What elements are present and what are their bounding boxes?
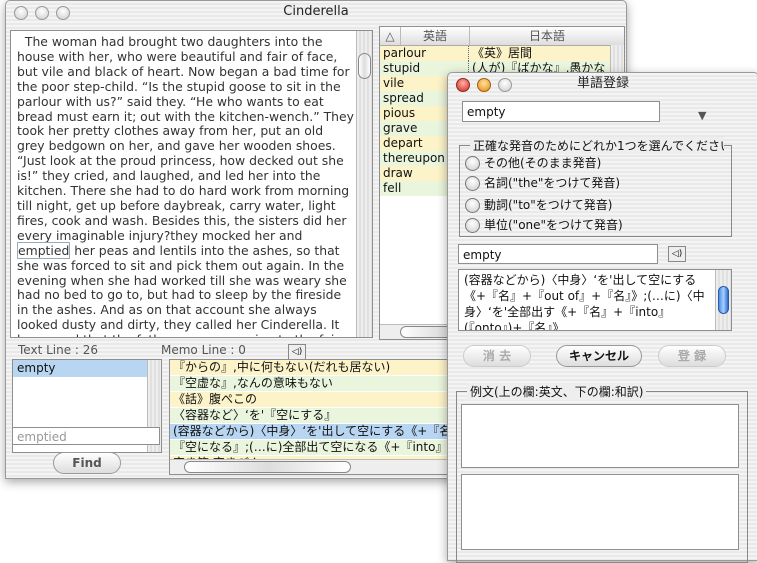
pronunciation-radio[interactable]: 名詞("the"をつけて発音) (460, 173, 731, 193)
scroll-thumb[interactable] (718, 286, 729, 314)
column-header-japanese[interactable]: 日本語 (470, 27, 624, 45)
cancel-button[interactable]: キャンセル (556, 345, 642, 367)
table-row[interactable]: parlour 《英》居間 (380, 46, 610, 61)
story-text: The woman had brought two daughters into… (17, 34, 354, 243)
list-item[interactable]: empty (13, 360, 148, 377)
minimize-button[interactable] (35, 6, 49, 20)
pronunciation-radio[interactable]: 単位("one"をつけて発音) (460, 215, 731, 235)
text-scrollbar[interactable] (356, 31, 372, 337)
title-bar: Cinderella (6, 1, 626, 23)
speaker-icon[interactable]: ◁) (668, 246, 686, 262)
dialog-title-bar: 単語登録 (448, 73, 757, 95)
word-register-dialog: 単語登録 empty ▼ 正確な発音のためにどれか1つを選んでください その他(… (447, 72, 757, 563)
pronunciation-radio[interactable]: その他(そのまま発音) (460, 153, 731, 173)
example-label: 例文(上の欄:英文、下の欄:和訳) (467, 383, 647, 400)
memo-line-label: Memo Line : 0 (161, 343, 246, 357)
highlighted-word[interactable]: emptied (17, 241, 71, 259)
register-button[interactable]: 登 録 (658, 345, 726, 367)
radio-button[interactable] (465, 198, 480, 213)
english-cell: parlour (380, 46, 469, 61)
word-input[interactable]: empty (462, 101, 660, 122)
close-button[interactable] (456, 78, 470, 92)
radio-button[interactable] (465, 176, 480, 191)
window-title: Cinderella (283, 4, 349, 19)
radio-label: 動詞("to"をつけて発音) (484, 198, 613, 212)
sort-icon[interactable]: △ (380, 27, 401, 45)
radio-button[interactable] (465, 156, 480, 171)
scroll-thumb[interactable] (358, 53, 371, 79)
text-line-label: Text Line : 26 (18, 343, 99, 357)
dialog-title: 単語登録 (576, 76, 629, 91)
pronunciation-radio[interactable]: 動詞("to"をつけて発音) (460, 195, 731, 215)
example-english-textarea[interactable] (461, 404, 739, 468)
radio-label: 単位("one"をつけて発音) (484, 218, 623, 232)
example-japanese-textarea[interactable] (461, 474, 739, 550)
radio-button[interactable] (465, 218, 480, 233)
speaker-icon[interactable]: ◁) (288, 344, 306, 360)
delete-button[interactable]: 消 去 (463, 345, 531, 367)
example-group: 例文(上の欄:英文、下の欄:和訳) (456, 383, 748, 563)
zoom-button[interactable] (498, 78, 512, 92)
find-button[interactable]: Find (53, 452, 121, 474)
group-label: 正確な発音のためにどれか1つを選んでください (470, 137, 724, 154)
pronunciation-group: 正確な発音のためにどれか1つを選んでください その他(そのまま発音) 名詞("th… (459, 137, 732, 237)
search-input[interactable]: emptied (12, 427, 160, 445)
story-text-area[interactable]: The woman had brought two daughters into… (10, 30, 373, 338)
radio-label: 名詞("the"をつけて発音) (484, 176, 621, 190)
close-button[interactable] (14, 6, 28, 20)
dropdown-arrow-icon[interactable]: ▼ (698, 109, 706, 122)
zoom-button[interactable] (56, 6, 70, 20)
japanese-cell: 《英》居間 (469, 46, 610, 61)
radio-label: その他(そのまま発音) (484, 156, 602, 170)
meaning-textarea[interactable]: (容器などから)〈中身〉‘を'出して空にする《+『名』+『out of』+『名』… (458, 269, 732, 331)
meaning-text: (容器などから)〈中身〉‘を'出して空にする《+『名』+『out of』+『名』… (464, 273, 705, 331)
minimize-button[interactable] (477, 78, 491, 92)
story-text-after: her peas and lentils into the ashes, so … (17, 242, 347, 337)
column-header-english[interactable]: 英語 (401, 27, 470, 45)
word2-input[interactable]: empty (458, 244, 658, 264)
